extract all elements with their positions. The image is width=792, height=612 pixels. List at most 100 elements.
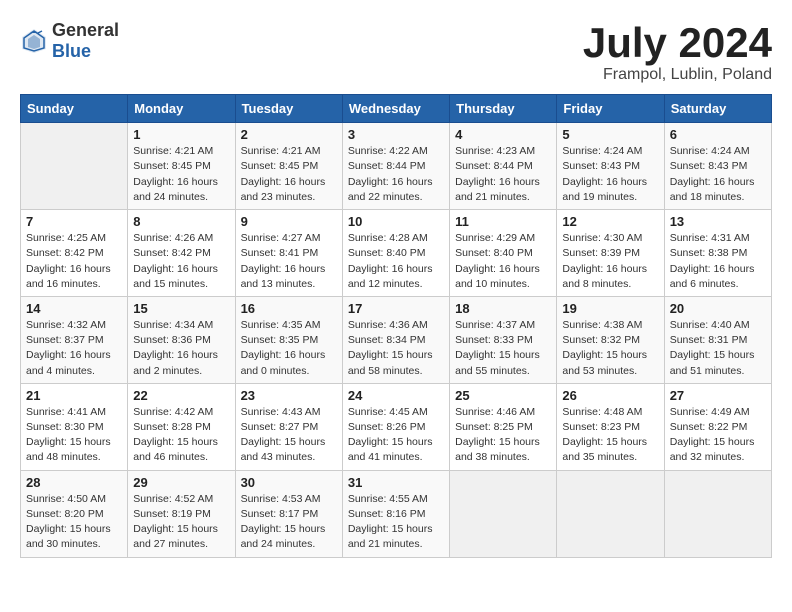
day-number: 14	[26, 301, 122, 316]
header-day-wednesday: Wednesday	[342, 95, 449, 123]
day-number: 18	[455, 301, 551, 316]
calendar-cell: 21 Sunrise: 4:41 AM Sunset: 8:30 PM Dayli…	[21, 383, 128, 470]
logo: General Blue	[20, 20, 119, 62]
day-number: 7	[26, 214, 122, 229]
calendar-cell: 16 Sunrise: 4:35 AM Sunset: 8:35 PM Dayli…	[235, 296, 342, 383]
day-number: 17	[348, 301, 444, 316]
day-number: 21	[26, 388, 122, 403]
day-info: Sunrise: 4:52 AM Sunset: 8:19 PM Dayligh…	[133, 492, 229, 553]
day-info: Sunrise: 4:53 AM Sunset: 8:17 PM Dayligh…	[241, 492, 337, 553]
day-info: Sunrise: 4:24 AM Sunset: 8:43 PM Dayligh…	[670, 144, 766, 205]
day-info: Sunrise: 4:48 AM Sunset: 8:23 PM Dayligh…	[562, 405, 658, 466]
logo-icon	[20, 27, 48, 55]
calendar-cell: 2Sunrise: 4:21 AM Sunset: 8:45 PM Daylig…	[235, 123, 342, 210]
day-number: 3	[348, 127, 444, 142]
calendar-header: SundayMondayTuesdayWednesdayThursdayFrid…	[21, 95, 772, 123]
day-info: Sunrise: 4:49 AM Sunset: 8:22 PM Dayligh…	[670, 405, 766, 466]
calendar-cell: 6 Sunrise: 4:24 AM Sunset: 8:43 PM Daylig…	[664, 123, 771, 210]
calendar-cell: 27 Sunrise: 4:49 AM Sunset: 8:22 PM Dayli…	[664, 383, 771, 470]
day-info: Sunrise: 4:21 AM Sunset: 8:45 PM Dayligh…	[241, 144, 337, 205]
calendar-cell: 3 Sunrise: 4:22 AM Sunset: 8:44 PM Daylig…	[342, 123, 449, 210]
header-row: SundayMondayTuesdayWednesdayThursdayFrid…	[21, 95, 772, 123]
day-info: Sunrise: 4:31 AM Sunset: 8:38 PM Dayligh…	[670, 231, 766, 292]
day-info: Sunrise: 4:35 AM Sunset: 8:35 PM Dayligh…	[241, 318, 337, 379]
calendar-cell: 30 Sunrise: 4:53 AM Sunset: 8:17 PM Dayli…	[235, 470, 342, 557]
calendar-cell: 13Sunrise: 4:31 AM Sunset: 8:38 PM Dayli…	[664, 210, 771, 297]
day-number: 31	[348, 475, 444, 490]
title-block: July 2024 Frampol, Lublin, Poland	[583, 20, 772, 84]
day-info: Sunrise: 4:34 AM Sunset: 8:36 PM Dayligh…	[133, 318, 229, 379]
day-number: 30	[241, 475, 337, 490]
header-day-monday: Monday	[128, 95, 235, 123]
day-number: 27	[670, 388, 766, 403]
calendar-cell: 10Sunrise: 4:28 AM Sunset: 8:40 PM Dayli…	[342, 210, 449, 297]
day-info: Sunrise: 4:32 AM Sunset: 8:37 PM Dayligh…	[26, 318, 122, 379]
day-number: 20	[670, 301, 766, 316]
day-info: Sunrise: 4:25 AM Sunset: 8:42 PM Dayligh…	[26, 231, 122, 292]
day-number: 12	[562, 214, 658, 229]
calendar-cell: 5Sunrise: 4:24 AM Sunset: 8:43 PM Daylig…	[557, 123, 664, 210]
day-number: 19	[562, 301, 658, 316]
page-header: General Blue July 2024 Frampol, Lublin, …	[20, 20, 772, 84]
calendar-cell: 18 Sunrise: 4:37 AM Sunset: 8:33 PM Dayli…	[450, 296, 557, 383]
day-number: 24	[348, 388, 444, 403]
week-row-4: 21 Sunrise: 4:41 AM Sunset: 8:30 PM Dayli…	[21, 383, 772, 470]
day-info: Sunrise: 4:22 AM Sunset: 8:44 PM Dayligh…	[348, 144, 444, 205]
week-row-3: 14 Sunrise: 4:32 AM Sunset: 8:37 PM Dayli…	[21, 296, 772, 383]
day-info: Sunrise: 4:38 AM Sunset: 8:32 PM Dayligh…	[562, 318, 658, 379]
week-row-2: 7 Sunrise: 4:25 AM Sunset: 8:42 PM Daylig…	[21, 210, 772, 297]
day-number: 16	[241, 301, 337, 316]
calendar-location: Frampol, Lublin, Poland	[583, 66, 772, 84]
day-number: 10	[348, 214, 444, 229]
day-info: Sunrise: 4:37 AM Sunset: 8:33 PM Dayligh…	[455, 318, 551, 379]
calendar-cell: 31 Sunrise: 4:55 AM Sunset: 8:16 PM Dayli…	[342, 470, 449, 557]
calendar-cell: 1Sunrise: 4:21 AM Sunset: 8:45 PM Daylig…	[128, 123, 235, 210]
day-number: 23	[241, 388, 337, 403]
day-info: Sunrise: 4:40 AM Sunset: 8:31 PM Dayligh…	[670, 318, 766, 379]
logo-text: General Blue	[52, 20, 119, 62]
calendar-cell: 25 Sunrise: 4:46 AM Sunset: 8:25 PM Dayli…	[450, 383, 557, 470]
calendar-cell: 7 Sunrise: 4:25 AM Sunset: 8:42 PM Daylig…	[21, 210, 128, 297]
day-info: Sunrise: 4:30 AM Sunset: 8:39 PM Dayligh…	[562, 231, 658, 292]
week-row-5: 28 Sunrise: 4:50 AM Sunset: 8:20 PM Dayli…	[21, 470, 772, 557]
calendar-cell	[664, 470, 771, 557]
day-info: Sunrise: 4:50 AM Sunset: 8:20 PM Dayligh…	[26, 492, 122, 553]
calendar-cell: 24 Sunrise: 4:45 AM Sunset: 8:26 PM Dayli…	[342, 383, 449, 470]
calendar-cell: 20 Sunrise: 4:40 AM Sunset: 8:31 PM Dayli…	[664, 296, 771, 383]
calendar-title: July 2024	[583, 20, 772, 66]
header-day-sunday: Sunday	[21, 95, 128, 123]
calendar-cell: 4 Sunrise: 4:23 AM Sunset: 8:44 PM Daylig…	[450, 123, 557, 210]
day-info: Sunrise: 4:24 AM Sunset: 8:43 PM Dayligh…	[562, 144, 658, 205]
day-info: Sunrise: 4:45 AM Sunset: 8:26 PM Dayligh…	[348, 405, 444, 466]
day-number: 9	[241, 214, 337, 229]
day-number: 4	[455, 127, 551, 142]
calendar-cell: 8Sunrise: 4:26 AM Sunset: 8:42 PM Daylig…	[128, 210, 235, 297]
calendar-cell: 19 Sunrise: 4:38 AM Sunset: 8:32 PM Dayli…	[557, 296, 664, 383]
calendar-cell	[450, 470, 557, 557]
day-number: 15	[133, 301, 229, 316]
calendar-cell: 12 Sunrise: 4:30 AM Sunset: 8:39 PM Dayli…	[557, 210, 664, 297]
day-info: Sunrise: 4:21 AM Sunset: 8:45 PM Dayligh…	[133, 144, 229, 205]
header-day-thursday: Thursday	[450, 95, 557, 123]
day-info: Sunrise: 4:23 AM Sunset: 8:44 PM Dayligh…	[455, 144, 551, 205]
header-day-saturday: Saturday	[664, 95, 771, 123]
day-info: Sunrise: 4:41 AM Sunset: 8:30 PM Dayligh…	[26, 405, 122, 466]
calendar-cell: 15 Sunrise: 4:34 AM Sunset: 8:36 PM Dayli…	[128, 296, 235, 383]
day-number: 28	[26, 475, 122, 490]
day-number: 26	[562, 388, 658, 403]
day-info: Sunrise: 4:29 AM Sunset: 8:40 PM Dayligh…	[455, 231, 551, 292]
day-number: 6	[670, 127, 766, 142]
calendar-cell: 22Sunrise: 4:42 AM Sunset: 8:28 PM Dayli…	[128, 383, 235, 470]
day-info: Sunrise: 4:55 AM Sunset: 8:16 PM Dayligh…	[348, 492, 444, 553]
calendar-table: SundayMondayTuesdayWednesdayThursdayFrid…	[20, 94, 772, 557]
day-info: Sunrise: 4:43 AM Sunset: 8:27 PM Dayligh…	[241, 405, 337, 466]
calendar-cell: 14 Sunrise: 4:32 AM Sunset: 8:37 PM Dayli…	[21, 296, 128, 383]
day-info: Sunrise: 4:27 AM Sunset: 8:41 PM Dayligh…	[241, 231, 337, 292]
day-number: 25	[455, 388, 551, 403]
calendar-cell	[557, 470, 664, 557]
day-info: Sunrise: 4:46 AM Sunset: 8:25 PM Dayligh…	[455, 405, 551, 466]
logo-blue: Blue	[52, 41, 91, 61]
calendar-cell: 17Sunrise: 4:36 AM Sunset: 8:34 PM Dayli…	[342, 296, 449, 383]
day-number: 29	[133, 475, 229, 490]
calendar-cell: 9 Sunrise: 4:27 AM Sunset: 8:41 PM Daylig…	[235, 210, 342, 297]
